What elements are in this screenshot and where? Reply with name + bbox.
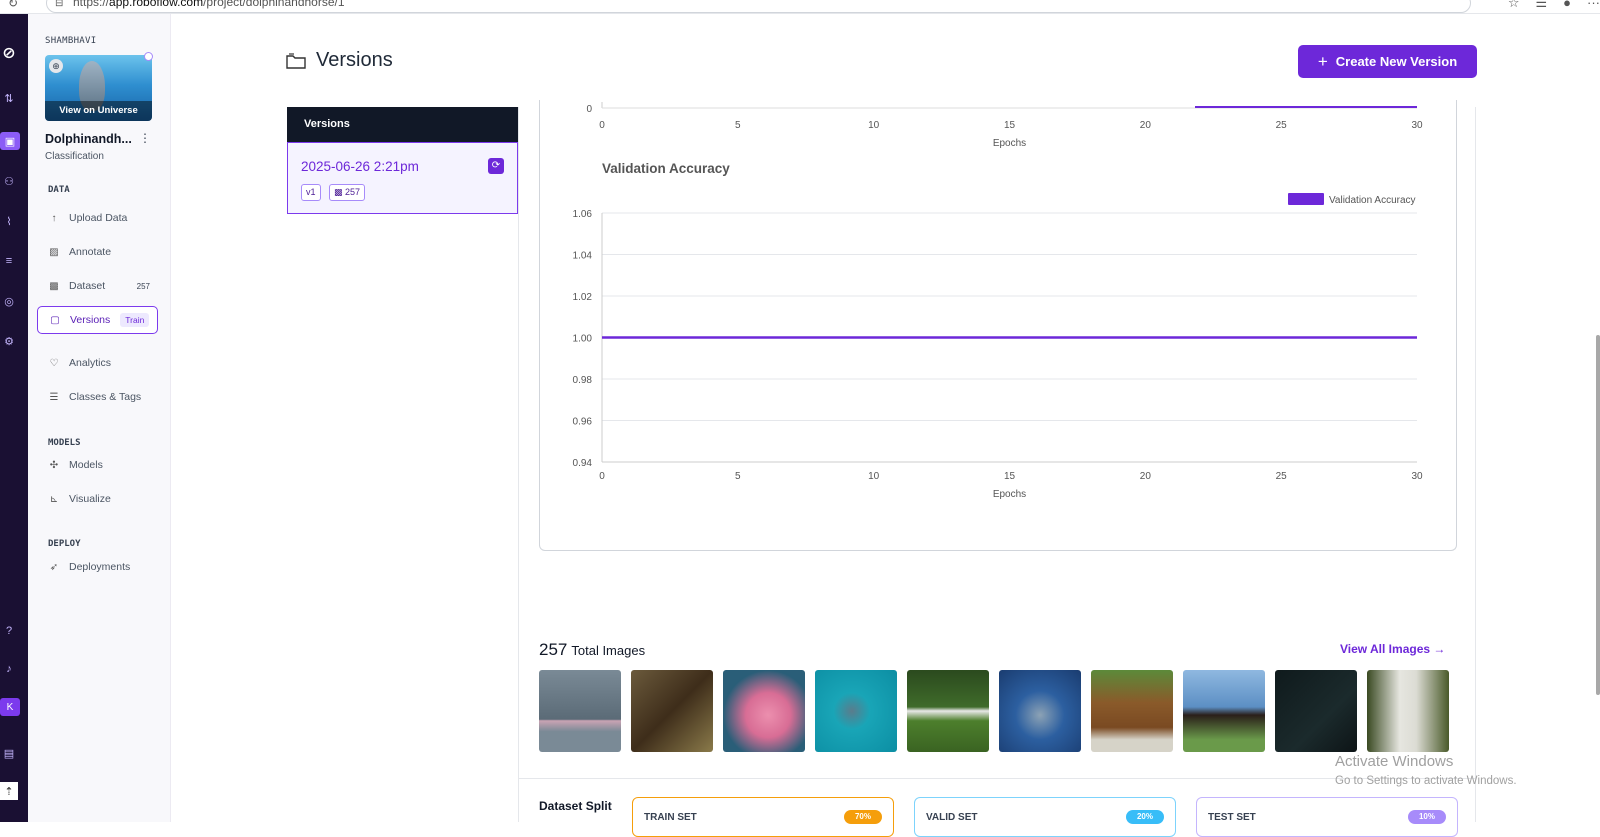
image-thumbnail[interactable] <box>631 670 713 752</box>
legend-swatch <box>1288 193 1324 205</box>
y-tick-label: 1.04 <box>573 251 593 262</box>
x-tick-label: 5 <box>735 471 741 482</box>
valid-set-label: VALID SET <box>926 812 978 823</box>
page-scrollbar[interactable] <box>1596 335 1600 695</box>
image-thumbnail[interactable] <box>1183 670 1265 752</box>
y-tick-label: 0.98 <box>573 375 593 386</box>
x-tick-label: 15 <box>1004 120 1016 131</box>
total-images-count: 257 <box>539 640 568 659</box>
activate-windows-watermark: Activate Windows <box>1335 753 1454 770</box>
y-tick-label: 0.96 <box>573 417 593 428</box>
legend-label: Validation Accuracy <box>1329 195 1416 206</box>
image-thumbnail[interactable] <box>999 670 1081 752</box>
activate-windows-hint: Go to Settings to activate Windows. <box>1335 775 1517 787</box>
image-thumbnail[interactable] <box>1275 670 1357 752</box>
image-thumbnail[interactable] <box>907 670 989 752</box>
train-set-card[interactable]: TRAIN SET 70% <box>632 797 894 837</box>
y-tick-label: 0.94 <box>573 458 593 469</box>
x-tick-label: 30 <box>1411 120 1423 131</box>
total-images-label: Total Images <box>571 643 646 658</box>
y-tick-label: 1.06 <box>573 209 593 220</box>
y-tick-label: 1.00 <box>573 334 593 345</box>
x-axis-label: Epochs <box>993 489 1026 500</box>
x-tick-label: 0 <box>599 471 605 482</box>
x-tick-label: 0 <box>599 120 605 131</box>
image-thumbnail[interactable] <box>1367 670 1449 752</box>
image-thumbnail[interactable] <box>815 670 897 752</box>
x-axis-label: Epochs <box>993 138 1026 149</box>
image-thumbnail[interactable] <box>1091 670 1173 752</box>
total-images: 257 Total Images <box>539 640 645 660</box>
image-thumbnail[interactable] <box>723 670 805 752</box>
x-tick-label: 15 <box>1004 471 1016 482</box>
x-tick-label: 25 <box>1276 471 1288 482</box>
test-set-card[interactable]: TEST SET 10% <box>1196 797 1458 837</box>
y-tick-label: 1.02 <box>573 292 593 303</box>
x-tick-label: 30 <box>1411 471 1423 482</box>
x-tick-label: 10 <box>868 471 880 482</box>
x-tick-label: 25 <box>1276 120 1288 131</box>
y-tick-label: 0 <box>586 104 592 115</box>
image-thumbnail[interactable] <box>539 670 621 752</box>
x-tick-label: 5 <box>735 120 741 131</box>
view-all-images-link[interactable]: View All Images → <box>1340 642 1445 656</box>
chart-title: Validation Accuracy <box>602 161 730 176</box>
dataset-split-label: Dataset Split <box>539 799 612 813</box>
valid-set-card[interactable]: VALID SET 20% <box>914 797 1176 837</box>
x-tick-label: 20 <box>1140 120 1152 131</box>
divider <box>519 778 1476 779</box>
x-tick-label: 20 <box>1140 471 1152 482</box>
test-set-label: TEST SET <box>1208 812 1256 823</box>
train-set-label: TRAIN SET <box>644 812 697 823</box>
x-tick-label: 10 <box>868 120 880 131</box>
image-strip <box>539 670 1449 752</box>
